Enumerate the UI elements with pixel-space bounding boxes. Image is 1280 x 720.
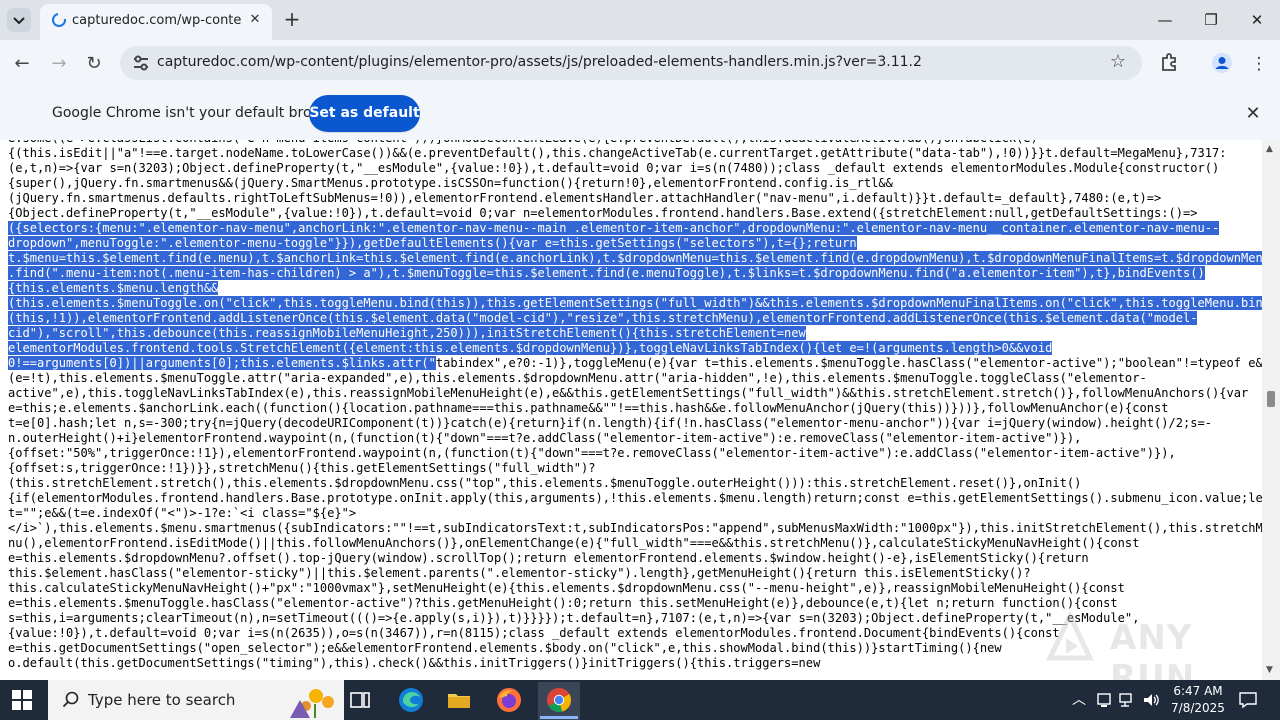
code-line: {offset:s,triggerOnce:!1})}},stretchMenu…	[8, 461, 596, 475]
code-line: (this.stretchElement.stretch(),this.elem…	[8, 476, 1082, 490]
search-placeholder: Type here to search	[88, 691, 236, 709]
anyrun-watermark: ANY RUN	[1040, 608, 1240, 698]
volume-icon[interactable]	[1141, 690, 1161, 710]
code-line: {offset:"50%",triggerOnce:!1}),elementor…	[8, 446, 1176, 460]
selected-code-line: elementorModules.frontend.tools.StretchE…	[8, 341, 1053, 355]
code-line: {Object.defineProperty(t,"__esModule",{v…	[8, 206, 1198, 220]
address-bar[interactable]: capturedoc.com/wp-content/plugins/elemen…	[120, 46, 1142, 80]
clock-time: 6:47 AM	[1173, 684, 1223, 698]
vertical-scrollbar[interactable]: ▲ ▼	[1262, 140, 1280, 680]
code-line: {(this.isEdit||"a"!==e.target.nodeName.t…	[8, 146, 1227, 160]
favicon-icon	[52, 13, 66, 27]
code-line: s=this,i=arguments;clearTimeout(n),n=set…	[8, 611, 1140, 625]
back-button[interactable]: ←	[9, 51, 35, 77]
code-line: this.calculateStickyMenuNavHeight()+"px"…	[8, 581, 1125, 595]
reload-button[interactable]: ↻	[81, 51, 107, 77]
taskbar-clock[interactable]: 6:47 AM 7/8/2025	[1168, 683, 1228, 717]
chrome-taskbar-icon[interactable]	[543, 684, 575, 716]
new-tab-button[interactable]: +	[280, 8, 304, 32]
maximize-button[interactable]: ❐	[1196, 8, 1226, 32]
edge-icon[interactable]	[395, 684, 427, 716]
windows-start-icon[interactable]	[12, 690, 32, 710]
code-line: {value:!0}),t.default=void 0;var i=s(n(2…	[8, 626, 1060, 640]
minimize-button[interactable]: —	[1150, 8, 1180, 32]
scroll-thumb[interactable]	[1267, 391, 1275, 407]
device-icon[interactable]	[1094, 690, 1114, 710]
anyrun-logo-icon	[1046, 610, 1094, 661]
scroll-up-icon[interactable]: ▲	[1266, 144, 1273, 154]
active-tab[interactable]: capturedoc.com/wp-content/pl ✕	[40, 4, 272, 40]
site-info-icon[interactable]	[132, 54, 150, 72]
chrome-active-indicator	[540, 716, 578, 719]
code-line: </i>`),this.elements.$menu.smartmenus({s…	[8, 521, 1262, 535]
selected-code-line: (this.elements.$menuToggle.on("click",th…	[8, 296, 1262, 310]
scroll-down-icon[interactable]: ▼	[1266, 665, 1273, 675]
source-code-view[interactable]: e.some((e=>e.classList.contains("e-n-men…	[0, 140, 1262, 680]
url-text[interactable]: capturedoc.com/wp-content/plugins/elemen…	[157, 54, 922, 70]
code-line: o.default(this.getDocumentSettings("timi…	[8, 656, 821, 670]
code-line: (e=!t),this.elements.$menuToggle.attr("a…	[8, 371, 1147, 385]
code-line: e=this.getDocumentSettings("open_selecto…	[8, 641, 1002, 655]
selected-code-line: .find(".menu-item:not(.menu-item-has-chi…	[8, 266, 1205, 280]
code-line: e=this;e.elements.$anchorLink.each((func…	[8, 401, 1169, 415]
firefox-icon[interactable]	[493, 684, 525, 716]
set-as-default-button[interactable]: Set as default	[309, 95, 420, 133]
chevron-down-icon	[13, 17, 25, 25]
clock-date: 7/8/2025	[1171, 701, 1225, 715]
selected-code-line: {this.elements.$menu.length&&	[8, 281, 219, 295]
infobar-close-icon[interactable]: ✕	[1242, 103, 1264, 125]
file-explorer-icon[interactable]	[443, 684, 475, 716]
code-line: n.outerHeight()+i}elementorFrontend.wayp…	[8, 431, 1082, 445]
code-line: e=this.elements.$dropdownMenu?.offset().…	[8, 551, 1089, 565]
selected-code-line: t.$menu=this.$element.find(e.menu),t.$an…	[8, 251, 1262, 265]
search-icon	[62, 691, 79, 708]
taskbar-search-box[interactable]: Type here to search	[48, 680, 344, 720]
profile-icon[interactable]	[1210, 52, 1234, 76]
close-window-button[interactable]: ✕	[1242, 8, 1272, 32]
code-line: e.some((e=>e.classList.contains("e-n-men…	[8, 140, 1038, 145]
bookmark-star-icon[interactable]: ☆	[1108, 52, 1128, 72]
tab-close-icon[interactable]: ✕	[246, 11, 264, 29]
selected-code-line: cid"),"scroll",this.debounce(this.reassi…	[8, 326, 806, 340]
selected-code-line: dropdown",menuToggle:".elementor-menu-to…	[8, 236, 857, 250]
code-line: active",e),this.toggleNavLinksTabIndex(e…	[8, 386, 1249, 400]
code-line: this.$element.hasClass("elementor-sticky…	[8, 566, 1031, 580]
code-line: (e,t,n)=>{var s=n(3203);Object.definePro…	[8, 161, 1220, 175]
code-line: tabindex",e?0:-1)},toggleMenu(e){var t=t…	[435, 356, 1262, 370]
selected-code-line: (this,!1)),elementorFrontend.addListener…	[8, 311, 1198, 325]
code-line: {if(elementorModules.frontend.handlers.B…	[8, 491, 1262, 505]
code-line: {super(),jQuery.fn.smartmenus&&(jQuery.S…	[8, 176, 893, 190]
code-line: (jQuery.fn.smartmenus.defaults.rightToLe…	[8, 191, 1162, 205]
network-icon[interactable]	[1117, 690, 1137, 710]
code-line: t=e[0].hash;let n,s=-300;try{n=jQuery(de…	[8, 416, 1212, 430]
notifications-icon[interactable]	[1238, 690, 1258, 710]
code-line: nu(),elementorFrontend.isEditMode()||thi…	[8, 536, 1140, 550]
forward-button[interactable]: →	[46, 51, 72, 77]
code-line: t="";e&&(t=e.indexOf("<")>-1?e:`<i class…	[8, 506, 357, 520]
task-view-icon[interactable]	[344, 684, 376, 716]
tab-title: capturedoc.com/wp-content/pl	[72, 13, 242, 28]
selected-code-line: 0!==arguments[0])||arguments[0];this.ele…	[8, 356, 436, 370]
menu-kebab-icon[interactable]: ⋮	[1247, 52, 1271, 76]
tab-search-button[interactable]	[7, 8, 31, 32]
code-line: e=this.elements.$menuToggle.hasClass("el…	[8, 596, 1118, 610]
extensions-icon[interactable]	[1157, 52, 1181, 76]
selected-code-line: ({selectors:{menu:".elementor-nav-menu",…	[8, 221, 1220, 235]
code-text: e.some((e=>e.classList.contains("e-n-men…	[0, 140, 1262, 671]
show-hidden-icons-chevron-icon[interactable]: ︿	[1069, 690, 1089, 710]
search-highlight-flowers-icon	[290, 689, 334, 718]
